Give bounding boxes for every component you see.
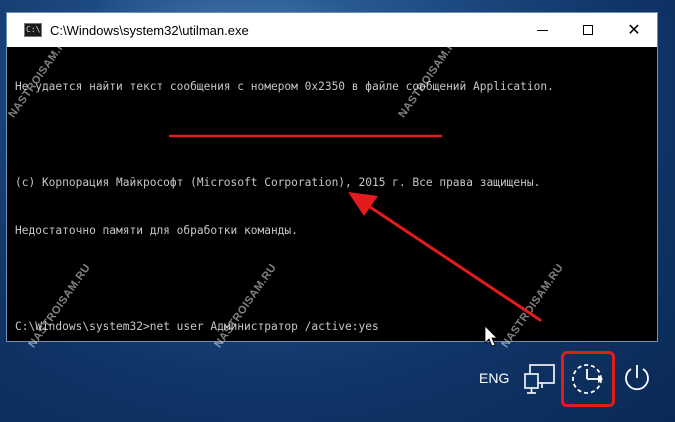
cmd-app-icon: C:\ <box>24 23 42 37</box>
maximize-button[interactable] <box>565 13 611 47</box>
console-output[interactable]: Не удается найти текст сообщения с номер… <box>15 47 653 341</box>
language-indicator[interactable]: ENG <box>479 370 509 386</box>
console-line: Недостаточно памяти для обработки команд… <box>15 224 298 237</box>
console-command-line: C:\Windows\system32>net user Администрат… <box>15 319 653 335</box>
close-icon: ✕ <box>627 20 641 39</box>
power-icon[interactable] <box>621 362 653 394</box>
console-line: (c) Корпорация Майкрософт (Microsoft Cor… <box>15 176 541 189</box>
maximize-icon <box>583 25 593 35</box>
ease-of-access-highlight <box>561 351 615 407</box>
close-button[interactable]: ✕ <box>611 13 657 47</box>
console-command: net user Администратор /active:yes <box>149 320 379 333</box>
minimize-icon <box>536 29 548 31</box>
window-title: C:\Windows\system32\utilman.exe <box>50 22 249 38</box>
minimize-button[interactable] <box>519 13 565 47</box>
window-titlebar[interactable]: C:\ C:\Windows\system32\utilman.exe ✕ <box>7 13 657 47</box>
network-icon[interactable] <box>522 362 558 398</box>
cmd-app-icon-label: C:\ <box>26 25 41 34</box>
console-line: Не удается найти текст сообщения с номер… <box>15 80 554 93</box>
command-prompt-window[interactable]: C:\ C:\Windows\system32\utilman.exe ✕ Не… <box>6 12 658 342</box>
